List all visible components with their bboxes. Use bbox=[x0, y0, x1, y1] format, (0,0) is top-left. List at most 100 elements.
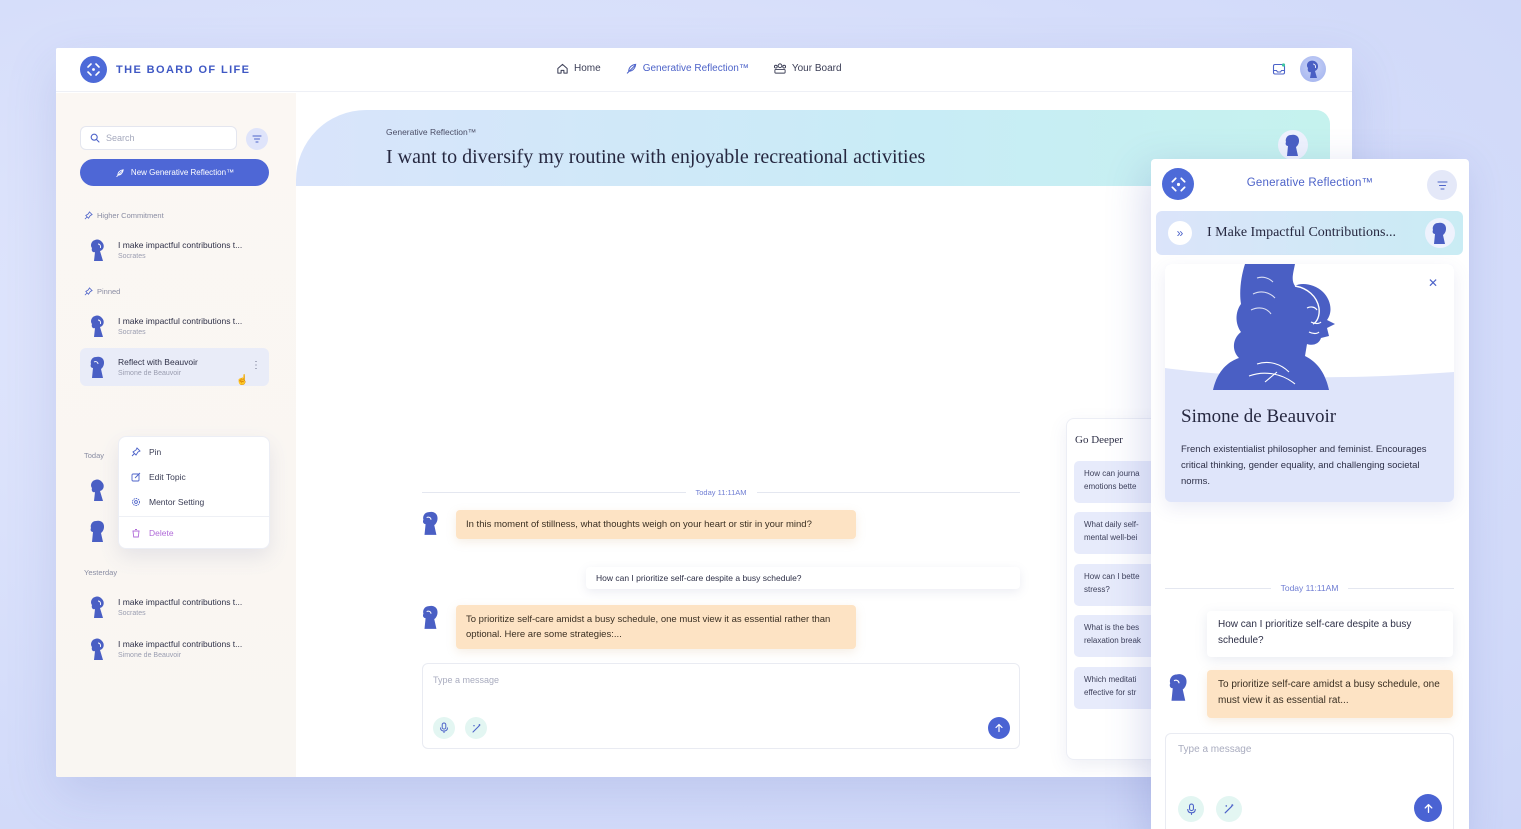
panel-topic-band: » I Make Impactful Contributions... bbox=[1156, 211, 1463, 255]
message-composer[interactable]: Type a message bbox=[422, 663, 1020, 749]
mentor-avatar bbox=[88, 595, 108, 619]
section-higher-commitment: Higher Commitment bbox=[84, 211, 164, 220]
menu-divider bbox=[119, 516, 269, 517]
conversation-title: I make impactful contributions t... bbox=[118, 597, 243, 607]
search-placeholder: Search bbox=[106, 133, 135, 143]
section-pinned: Pinned bbox=[84, 287, 120, 296]
conversation-mentor: Socrates bbox=[118, 610, 146, 617]
user-message: How can I prioritize self-care despite a… bbox=[586, 567, 1020, 589]
arrow-up-icon bbox=[995, 723, 1003, 733]
mentor-avatar[interactable] bbox=[1425, 218, 1455, 248]
section-label-text: Yesterday bbox=[84, 568, 118, 577]
nav-home[interactable]: Home bbox=[556, 62, 601, 75]
send-button[interactable] bbox=[988, 717, 1010, 739]
conversation-title-heading: I want to diversify my routine with enjo… bbox=[386, 146, 926, 168]
menu-item-mentor-setting[interactable]: Mentor Setting bbox=[131, 497, 204, 507]
composer-placeholder: Type a message bbox=[1178, 744, 1252, 755]
main-nav: Home Generative Reflection™ Your Board bbox=[556, 62, 842, 75]
conversation-mentor: Socrates bbox=[118, 329, 146, 336]
ai-message: In this moment of stillness, what though… bbox=[456, 510, 856, 539]
search-input[interactable]: Search bbox=[80, 126, 237, 150]
nav-board-label: Your Board bbox=[791, 63, 842, 74]
expand-icon[interactable]: » bbox=[1168, 221, 1192, 245]
conversation-item[interactable]: I make impactful contributions t... Socr… bbox=[80, 307, 269, 345]
people-icon bbox=[773, 63, 786, 74]
filter-button[interactable] bbox=[246, 128, 268, 150]
edit-icon bbox=[131, 472, 141, 482]
inbox-icon[interactable] bbox=[1272, 62, 1286, 76]
more-options-icon[interactable]: ⋮ bbox=[251, 360, 261, 371]
mentor-portrait: ✕ bbox=[1165, 264, 1454, 390]
ai-message: To prioritize self-care amidst a busy sc… bbox=[456, 605, 856, 649]
section-today: Today bbox=[84, 451, 104, 460]
pin-icon bbox=[84, 287, 93, 296]
nav-generative-reflection[interactable]: Generative Reflection™ bbox=[625, 62, 749, 75]
mentor-card: ✕ Simone de Beauvoir French existentiali… bbox=[1165, 264, 1454, 502]
mentor-avatar[interactable] bbox=[1278, 130, 1308, 160]
conversation-label: Generative Reflection™ bbox=[386, 127, 477, 137]
conversation-mentor: Socrates bbox=[118, 253, 146, 260]
user-avatar[interactable] bbox=[1300, 56, 1326, 82]
composer-placeholder: Type a message bbox=[433, 675, 500, 685]
magic-wand-icon bbox=[1224, 804, 1234, 814]
mentor-avatar bbox=[88, 355, 108, 379]
menu-icon bbox=[1436, 180, 1448, 190]
microphone-button[interactable] bbox=[433, 717, 455, 739]
message-timestamp: Today 11:11AM bbox=[1280, 583, 1339, 593]
conversation-title: I make impactful contributions t... bbox=[118, 639, 243, 649]
top-bar: THE BOARD OF LIFE Home Generative Reflec… bbox=[56, 48, 1352, 92]
section-label-text: Higher Commitment bbox=[97, 211, 164, 220]
filter-icon bbox=[252, 135, 262, 143]
menu-item-label: Pin bbox=[149, 447, 162, 457]
mentor-description: French existentialist philosopher and fe… bbox=[1181, 444, 1427, 487]
mentor-avatar bbox=[88, 238, 108, 262]
mobile-panel: Generative Reflection™ » I Make Impactfu… bbox=[1151, 159, 1469, 829]
conversation-item[interactable]: I make impactful contributions t... Simo… bbox=[80, 630, 269, 668]
app-name: THE BOARD OF LIFE bbox=[116, 63, 251, 76]
message-timestamp-row: Today 11:11AM bbox=[1165, 580, 1454, 596]
mentor-avatar[interactable] bbox=[88, 518, 108, 544]
logo-icon bbox=[80, 56, 107, 83]
menu-item-edit-topic[interactable]: Edit Topic bbox=[131, 472, 186, 482]
menu-button[interactable] bbox=[1427, 170, 1457, 200]
trash-icon bbox=[132, 529, 140, 538]
section-label-text: Pinned bbox=[97, 287, 121, 296]
mentor-avatar bbox=[1165, 671, 1193, 703]
nav-your-board[interactable]: Your Board bbox=[773, 62, 842, 75]
pin-icon bbox=[131, 447, 141, 457]
sidebar: Search New Generative Reflection™ Higher… bbox=[56, 93, 296, 777]
gear-icon bbox=[132, 498, 140, 506]
conversation-item[interactable]: I make impactful contributions t... Socr… bbox=[80, 588, 269, 626]
close-icon[interactable]: ✕ bbox=[1428, 276, 1438, 290]
nav-home-label: Home bbox=[574, 63, 601, 74]
top-right-actions bbox=[1272, 56, 1326, 82]
ai-message: To prioritize self-care amidst a busy sc… bbox=[1207, 670, 1453, 718]
conversation-item[interactable]: I make impactful contributions t... Socr… bbox=[80, 231, 269, 269]
panel-topic-title: I Make Impactful Contributions... bbox=[1207, 225, 1396, 240]
message-composer[interactable]: Type a message bbox=[1165, 733, 1454, 829]
new-reflection-button[interactable]: New Generative Reflection™ bbox=[80, 159, 269, 186]
microphone-button[interactable] bbox=[1178, 796, 1204, 822]
microphone-icon bbox=[440, 722, 448, 733]
conversation-title: Reflect with Beauvoir bbox=[118, 357, 198, 367]
pin-icon bbox=[84, 211, 93, 220]
menu-item-delete[interactable]: Delete bbox=[131, 528, 174, 538]
mentor-avatar[interactable] bbox=[88, 477, 108, 503]
app-logo[interactable]: THE BOARD OF LIFE bbox=[80, 56, 250, 83]
panel-title: Generative Reflection™ bbox=[1246, 177, 1374, 189]
mentor-avatar bbox=[88, 314, 108, 338]
go-deeper-title: Go Deeper bbox=[1075, 434, 1123, 446]
magic-wand-button[interactable] bbox=[465, 717, 487, 739]
new-reflection-label: New Generative Reflection™ bbox=[130, 168, 235, 177]
feather-icon bbox=[626, 63, 636, 74]
search-icon bbox=[90, 133, 100, 143]
send-button[interactable] bbox=[1414, 794, 1442, 822]
menu-item-pin[interactable]: Pin bbox=[131, 447, 161, 457]
conversation-title: I make impactful contributions t... bbox=[118, 316, 243, 326]
magic-wand-button[interactable] bbox=[1216, 796, 1242, 822]
conversation-title: I make impactful contributions t... bbox=[118, 240, 243, 250]
menu-item-label: Mentor Setting bbox=[149, 497, 205, 507]
feather-icon bbox=[116, 168, 124, 177]
mentor-name: Simone de Beauvoir bbox=[1181, 406, 1337, 427]
user-message: How can I prioritize self-care despite a… bbox=[1207, 611, 1453, 657]
